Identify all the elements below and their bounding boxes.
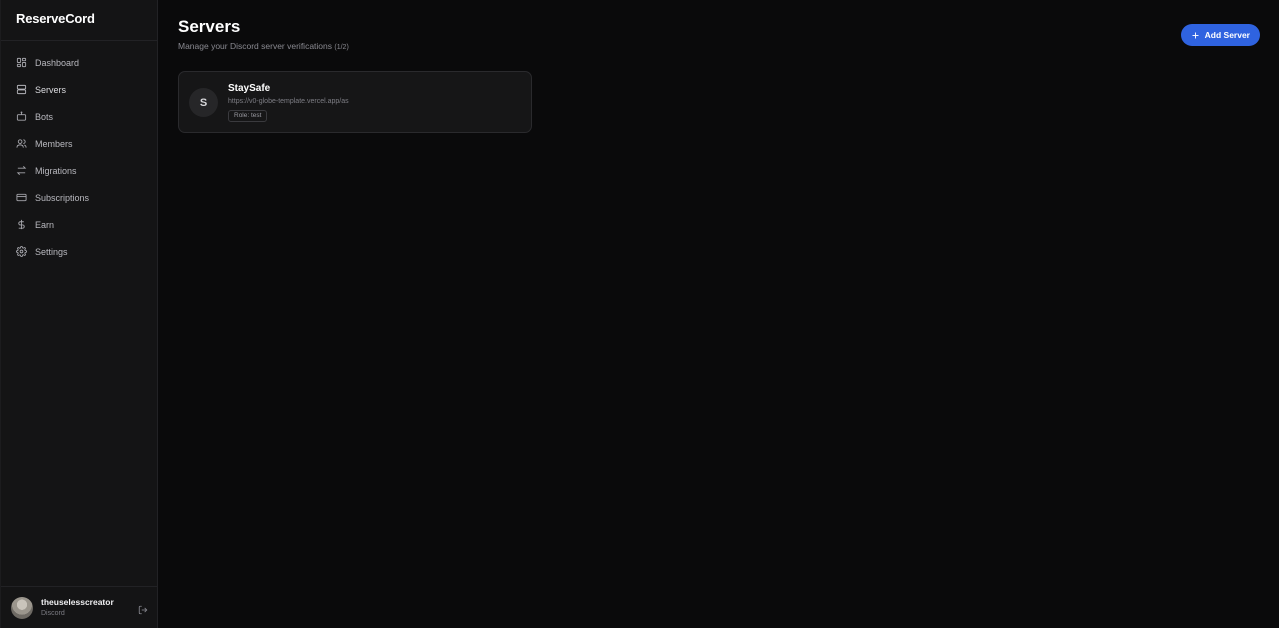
server-count: (1/2) [334, 44, 349, 51]
credit-card-icon [16, 192, 27, 203]
server-icon [16, 84, 27, 95]
user-provider: Discord [41, 609, 65, 617]
user-name: theuselesscreator [41, 596, 114, 607]
sidebar-item-label: Subscriptions [35, 192, 90, 203]
sidebar-item-label: Servers [35, 84, 67, 95]
sidebar-item-members[interactable]: Members [1, 130, 157, 157]
sidebar-item-bots[interactable]: Bots [1, 103, 157, 130]
server-name: StaySafe [228, 83, 271, 94]
server-url: https://v0-globe-template.vercel.app/as [228, 98, 349, 105]
sidebar-item-servers[interactable]: Servers [1, 76, 157, 103]
add-server-button[interactable]: Add Server [1180, 24, 1260, 46]
sidebar-item-settings[interactable]: Settings [1, 238, 157, 265]
plus-icon [1191, 31, 1200, 40]
sidebar-item-label: Earn [35, 219, 55, 230]
user-profile: theuselesscreator Discord [1, 586, 158, 628]
dollar-icon [16, 219, 27, 230]
server-card[interactable]: S StaySafe https://v0-globe-template.ver… [178, 71, 532, 133]
gear-icon [16, 246, 27, 257]
app-root: ReserveCord Dashboard Servers Bots Membe… [0, 0, 1279, 628]
logout-icon[interactable] [138, 602, 148, 615]
brand-logo[interactable]: ReserveCord [1, 0, 157, 41]
dashboard-icon [16, 57, 27, 68]
sidebar-item-label: Migrations [35, 165, 77, 176]
avatar[interactable] [11, 596, 33, 619]
sidebar: ReserveCord Dashboard Servers Bots Membe… [0, 0, 158, 628]
sidebar-item-label: Bots [35, 111, 54, 122]
sidebar-item-dashboard[interactable]: Dashboard [1, 49, 157, 76]
user-meta: theuselesscreator Discord [41, 597, 114, 619]
sidebar-item-earn[interactable]: Earn [1, 211, 157, 238]
server-avatar: S [189, 88, 218, 117]
arrows-swap-icon [16, 165, 27, 176]
bot-icon [16, 111, 27, 122]
sidebar-item-label: Dashboard [35, 57, 80, 68]
sidebar-item-migrations[interactable]: Migrations [1, 157, 157, 184]
sidebar-item-label: Settings [35, 246, 68, 257]
main-content: Servers Manage your Discord server verif… [158, 0, 1279, 628]
sidebar-item-subscriptions[interactable]: Subscriptions [1, 184, 157, 211]
sidebar-nav: Dashboard Servers Bots Members Migration… [1, 41, 157, 265]
sidebar-item-label: Members [35, 138, 73, 149]
page-subtitle-text: Manage your Discord server verifications [178, 41, 333, 51]
add-server-label: Add Server [1204, 30, 1250, 40]
role-badge: Role: test [228, 110, 268, 122]
page-title: Servers [178, 17, 241, 36]
users-icon [16, 138, 27, 149]
page-subtitle: Manage your Discord server verifications… [178, 41, 349, 51]
